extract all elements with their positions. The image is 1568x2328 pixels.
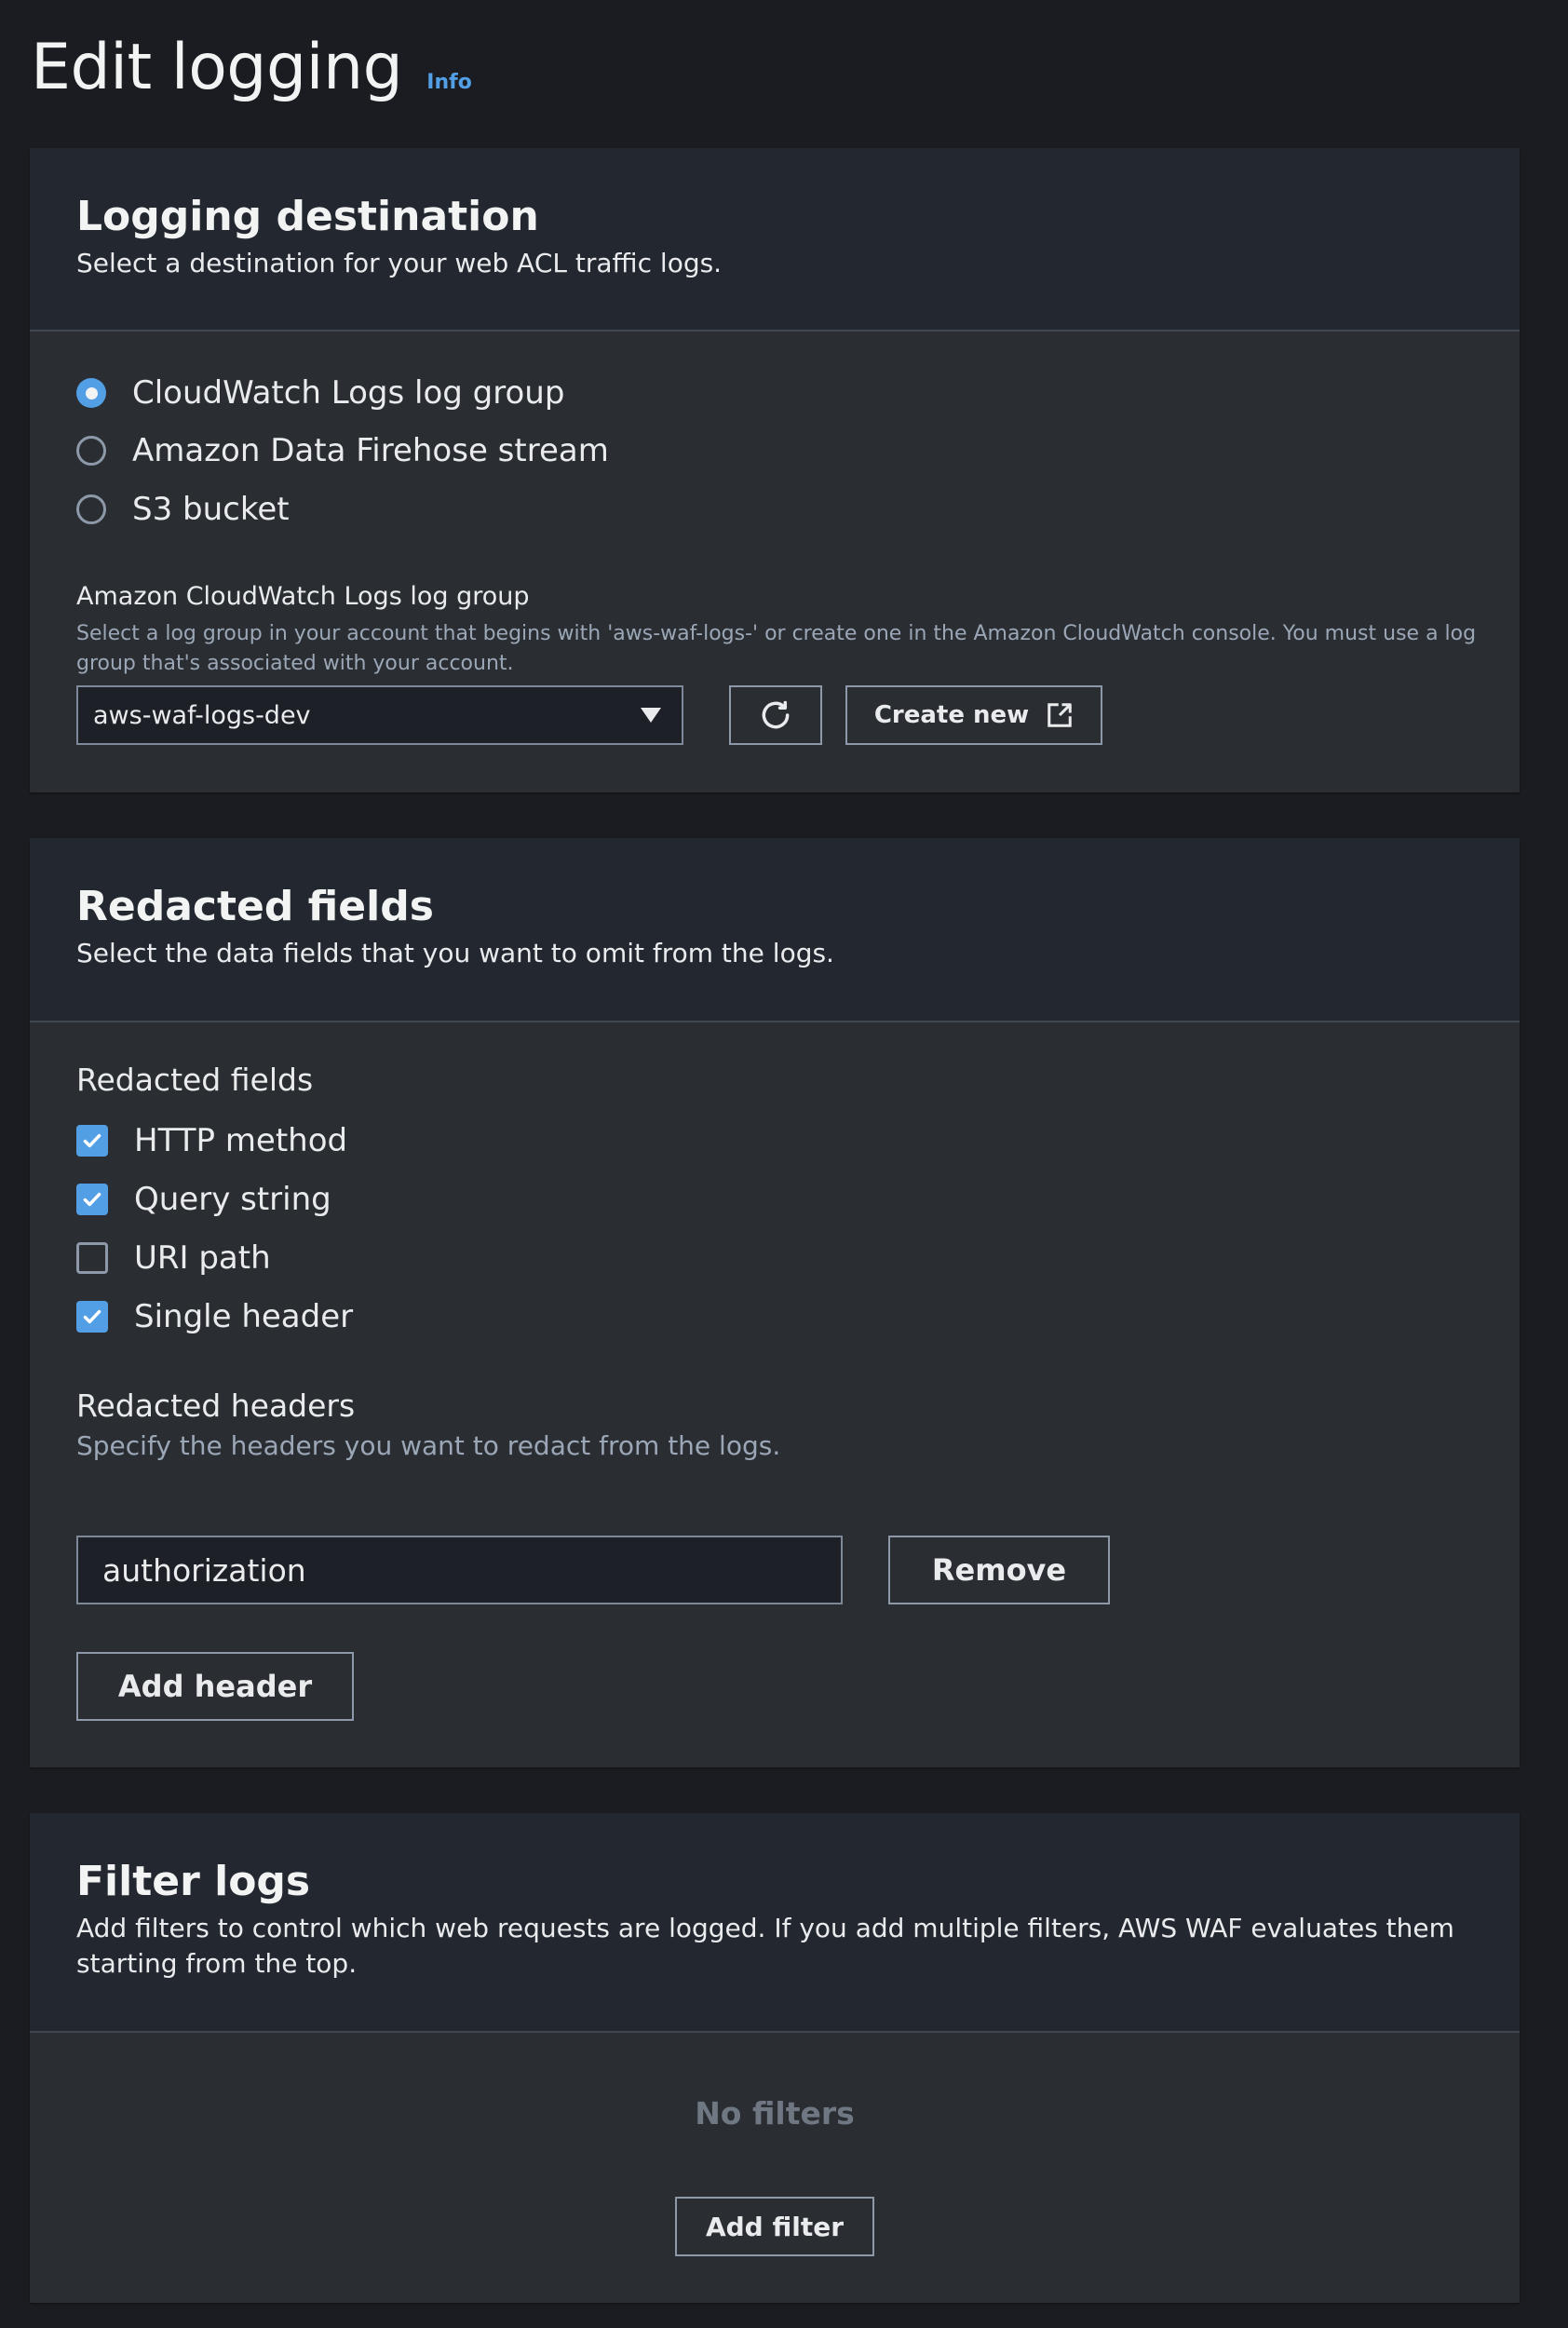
checkmark-icon (83, 1133, 101, 1148)
redacted-fields-header: Redacted fields Select the data fields t… (30, 838, 1520, 1022)
radio-label-cloudwatch: CloudWatch Logs log group (132, 374, 565, 412)
no-filters-text: No filters (695, 2095, 855, 2132)
caret-down-icon (641, 708, 661, 723)
radio-option-firehose[interactable]: Amazon Data Firehose stream (76, 432, 609, 469)
checkbox-label-query-string: Query string (134, 1181, 331, 1218)
redacted-fields-description: Select the data fields that you want to … (76, 938, 834, 968)
checkmark-icon (83, 1192, 101, 1207)
checkbox-label-uri-path: URI path (134, 1239, 271, 1277)
log-group-description: Select a log group in your account that … (76, 622, 1477, 675)
logging-destination-description: Select a destination for your web ACL tr… (76, 248, 723, 278)
checkmark-icon (83, 1309, 101, 1324)
info-link[interactable]: Info (426, 71, 472, 94)
filter-logs-title: Filter logs (76, 1858, 311, 1905)
radio-button-s3[interactable] (76, 494, 106, 524)
checkbox-uri-path[interactable] (76, 1242, 108, 1274)
remove-header-button[interactable]: Remove (888, 1536, 1110, 1604)
checkbox-label-single-header: Single header (134, 1298, 354, 1335)
checkbox-single-header[interactable] (76, 1301, 108, 1333)
radio-option-cloudwatch[interactable]: CloudWatch Logs log group (76, 374, 564, 412)
add-filter-label: Add filter (705, 2211, 845, 2242)
logging-destination-title: Logging destination (76, 193, 539, 240)
checkbox-option-single-header[interactable]: Single header (76, 1298, 353, 1335)
checkbox-option-http-method[interactable]: HTTP method (76, 1122, 347, 1159)
redacted-fields-group-label: Redacted fields (76, 1062, 314, 1098)
checkbox-label-http-method: HTTP method (134, 1122, 348, 1159)
redacted-headers-label: Redacted headers (76, 1387, 356, 1424)
add-filter-button[interactable]: Add filter (675, 2197, 874, 2256)
filter-logs-card: Filter logs Add filters to control which… (30, 1813, 1520, 2303)
radio-option-s3[interactable]: S3 bucket (76, 491, 290, 528)
checkbox-option-query-string[interactable]: Query string (76, 1181, 331, 1218)
logging-destination-card: Logging destination Select a destination… (30, 148, 1520, 792)
log-group-select-value: aws-waf-logs-dev (93, 700, 311, 730)
external-link-icon (1048, 703, 1072, 727)
create-new-button[interactable]: Create new (845, 685, 1102, 745)
radio-label-s3: S3 bucket (132, 491, 290, 528)
redacted-fields-card: Redacted fields Select the data fields t… (30, 838, 1520, 1767)
filter-logs-description: Add filters to control which web request… (76, 1913, 1454, 1979)
refresh-icon (762, 700, 790, 729)
refresh-button[interactable] (729, 685, 822, 745)
log-group-select[interactable]: aws-waf-logs-dev (76, 685, 683, 745)
add-header-label: Add header (117, 1669, 313, 1704)
radio-label-firehose: Amazon Data Firehose stream (132, 432, 609, 469)
checkbox-query-string[interactable] (76, 1184, 108, 1215)
radio-button-cloudwatch[interactable] (76, 378, 106, 408)
filter-logs-header: Filter logs Add filters to control which… (30, 1813, 1520, 2033)
checkbox-option-uri-path[interactable]: URI path (76, 1239, 271, 1277)
redacted-headers-description: Specify the headers you want to redact f… (76, 1430, 781, 1461)
redacted-fields-title: Redacted fields (76, 883, 434, 930)
log-group-label: Amazon CloudWatch Logs log group (76, 582, 530, 611)
logging-destination-header: Logging destination Select a destination… (30, 148, 1520, 332)
radio-button-firehose[interactable] (76, 436, 106, 466)
redacted-header-input[interactable] (76, 1536, 843, 1604)
page-title: Edit logging (31, 31, 403, 104)
remove-header-label: Remove (931, 1552, 1067, 1588)
checkbox-http-method[interactable] (76, 1125, 108, 1157)
add-header-button[interactable]: Add header (76, 1652, 354, 1721)
page-header: Edit logging Info (31, 26, 472, 110)
create-new-label: Create new (873, 701, 1030, 729)
edit-logging-page: Edit logging Info Logging destination Se… (0, 0, 1568, 2328)
